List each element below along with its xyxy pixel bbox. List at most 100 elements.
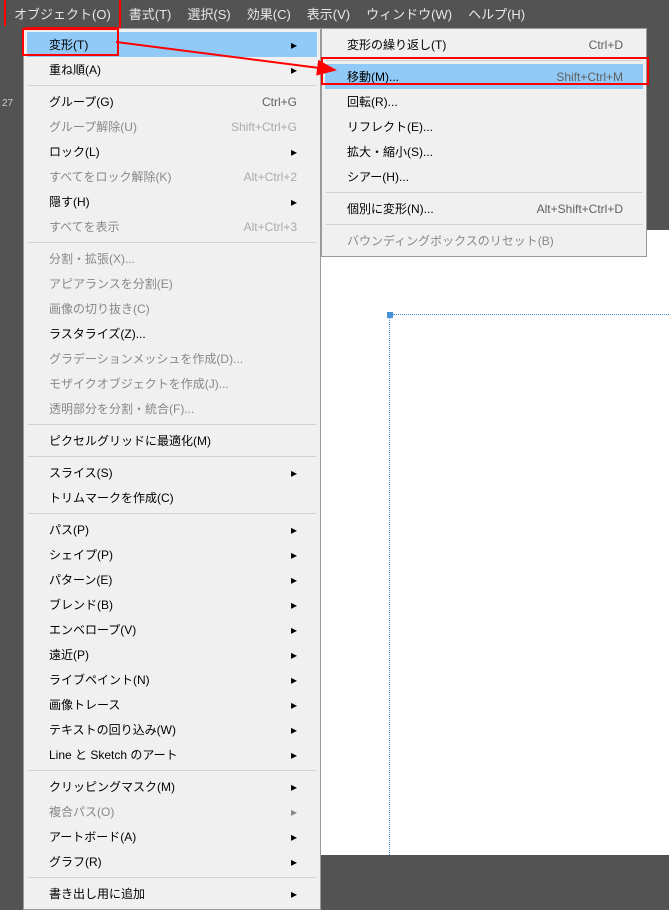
object-menu-label: ロック(L) xyxy=(49,143,281,160)
object-menu-label: モザイクオブジェクトを作成(J)... xyxy=(49,375,297,392)
object-menu-item-26[interactable]: ブレンド(B) ▸ xyxy=(27,592,317,617)
transform-submenu-label: 回転(R)... xyxy=(347,93,623,110)
transform-submenu: 変形の繰り返し(T)Ctrl+D 移動(M)...Shift+Ctrl+M 回転(R… xyxy=(321,28,647,257)
object-menu-label: 複合パス(O) xyxy=(49,803,281,820)
object-menu-item-20[interactable]: スライス(S) ▸ xyxy=(27,460,317,485)
object-menu-item-5[interactable]: ロック(L) ▸ xyxy=(27,139,317,164)
submenu-arrow-icon: ▸ xyxy=(289,855,297,869)
object-menu-label: 画像トレース xyxy=(49,696,281,713)
object-menu-item-13[interactable]: ラスタライズ(Z)... xyxy=(27,321,317,346)
object-menu-item-28[interactable]: 遠近(P)▸ xyxy=(27,642,317,667)
transform-submenu-item-6[interactable]: シアー(H)... xyxy=(325,164,643,189)
zoom-label: 27 xyxy=(0,26,25,181)
guide-horizontal xyxy=(393,314,669,315)
object-menu-item-36[interactable]: アートボード(A) ▸ xyxy=(27,824,317,849)
transform-submenu-divider xyxy=(326,192,642,193)
object-menu-label: アートボード(A) xyxy=(49,828,281,845)
object-menu-item-29[interactable]: ライブペイント(N)▸ xyxy=(27,667,317,692)
submenu-arrow-icon: ▸ xyxy=(289,195,297,209)
submenu-arrow-icon: ▸ xyxy=(289,523,297,537)
object-menu-label: ライブペイント(N) xyxy=(49,671,281,688)
object-menu-label: グラデーションメッシュを作成(D)... xyxy=(49,350,297,367)
object-menu-label: スライス(S) xyxy=(49,464,281,481)
object-menu-item-21[interactable]: トリムマークを作成(C) xyxy=(27,485,317,510)
object-menu-label: ラスタライズ(Z)... xyxy=(49,325,297,342)
submenu-arrow-icon: ▸ xyxy=(289,805,297,819)
submenu-arrow-icon: ▸ xyxy=(289,598,297,612)
object-menu-shortcut: Alt+Ctrl+3 xyxy=(244,220,297,234)
transform-submenu-divider xyxy=(326,224,642,225)
object-menu-item-23[interactable]: パス(P) ▸ xyxy=(27,517,317,542)
object-menu-item-25[interactable]: パターン(E) ▸ xyxy=(27,567,317,592)
transform-submenu-item-8[interactable]: 個別に変形(N)...Alt+Shift+Ctrl+D xyxy=(325,196,643,221)
submenu-arrow-icon: ▸ xyxy=(289,723,297,737)
object-menu-item-37[interactable]: グラフ(R)▸ xyxy=(27,849,317,874)
submenu-arrow-icon: ▸ xyxy=(289,466,297,480)
object-menu-label: ブレンド(B) xyxy=(49,596,281,613)
menubar-type[interactable]: 書式(T) xyxy=(121,0,180,27)
object-menu-divider xyxy=(28,85,316,86)
canvas[interactable] xyxy=(261,230,669,855)
object-menu-label: グループ(G) xyxy=(49,93,242,110)
transform-submenu-label: シアー(H)... xyxy=(347,168,623,185)
object-menu-item-18[interactable]: ピクセルグリッドに最適化(M) xyxy=(27,428,317,453)
object-menu-divider xyxy=(28,424,316,425)
anchor-point[interactable] xyxy=(387,312,393,318)
menubar-view[interactable]: 表示(V) xyxy=(299,0,358,27)
transform-submenu-item-10: バウンディングボックスのリセット(B) xyxy=(325,228,643,253)
object-menu-label: 変形(T) xyxy=(49,36,281,53)
transform-submenu-label: 移動(M)... xyxy=(347,68,536,85)
transform-submenu-item-2[interactable]: 移動(M)...Shift+Ctrl+M xyxy=(325,64,643,89)
object-menu-divider xyxy=(28,456,316,457)
menubar-select[interactable]: 選択(S) xyxy=(179,0,238,27)
object-menu-item-39[interactable]: 書き出し用に追加▸ xyxy=(27,881,317,906)
object-menu-label: トリムマークを作成(C) xyxy=(49,489,297,506)
object-menu-label: 透明部分を分割・統合(F)... xyxy=(49,400,297,417)
submenu-arrow-icon: ▸ xyxy=(289,145,297,159)
object-menu-item-3[interactable]: グループ(G)Ctrl+G xyxy=(27,89,317,114)
menubar: オブジェクト(O) 書式(T) 選択(S) 効果(C) 表示(V) ウィンドウ(… xyxy=(0,0,669,26)
submenu-arrow-icon: ▸ xyxy=(289,38,297,52)
object-menu-item-7[interactable]: 隠す(H)▸ xyxy=(27,189,317,214)
submenu-arrow-icon: ▸ xyxy=(289,698,297,712)
object-menu-item-35: 複合パス(O) ▸ xyxy=(27,799,317,824)
transform-submenu-item-3[interactable]: 回転(R)... xyxy=(325,89,643,114)
object-menu-label: パターン(E) xyxy=(49,571,281,588)
object-menu-label: 画像の切り抜き(C) xyxy=(49,300,297,317)
menubar-window[interactable]: ウィンドウ(W) xyxy=(358,0,460,27)
transform-submenu-label: 拡大・縮小(S)... xyxy=(347,143,623,160)
object-menu-item-30[interactable]: 画像トレース ▸ xyxy=(27,692,317,717)
submenu-arrow-icon: ▸ xyxy=(289,830,297,844)
object-menu-label: ピクセルグリッドに最適化(M) xyxy=(49,432,297,449)
submenu-arrow-icon: ▸ xyxy=(289,63,297,77)
object-menu-item-11: アピアランスを分割(E) xyxy=(27,271,317,296)
object-menu-item-34[interactable]: クリッピングマスク(M) ▸ xyxy=(27,774,317,799)
object-menu-label: アピアランスを分割(E) xyxy=(49,275,297,292)
object-menu-item-0[interactable]: 変形(T) ▸ xyxy=(27,32,317,57)
submenu-arrow-icon: ▸ xyxy=(289,623,297,637)
object-menu-shortcut: Shift+Ctrl+G xyxy=(231,120,297,134)
object-menu-item-10: 分割・拡張(X)... xyxy=(27,246,317,271)
submenu-arrow-icon: ▸ xyxy=(289,573,297,587)
transform-submenu-item-0[interactable]: 変形の繰り返し(T)Ctrl+D xyxy=(325,32,643,57)
object-menu-item-14: グラデーションメッシュを作成(D)... xyxy=(27,346,317,371)
transform-submenu-item-4[interactable]: リフレクト(E)... xyxy=(325,114,643,139)
left-toolbar: 27 xyxy=(0,26,25,855)
object-menu-item-1[interactable]: 重ね順(A)▸ xyxy=(27,57,317,82)
menubar-object[interactable]: オブジェクト(O) xyxy=(4,0,121,29)
object-menu-label: パス(P) xyxy=(49,521,281,538)
object-menu-label: すべてをロック解除(K) xyxy=(49,168,224,185)
object-menu-item-31[interactable]: テキストの回り込み(W) ▸ xyxy=(27,717,317,742)
menubar-effect[interactable]: 効果(C) xyxy=(239,0,299,27)
object-menu-item-32[interactable]: Line と Sketch のアート▸ xyxy=(27,742,317,767)
object-menu-item-16: 透明部分を分割・統合(F)... xyxy=(27,396,317,421)
object-menu-label: クリッピングマスク(M) xyxy=(49,778,281,795)
object-menu-label: 遠近(P) xyxy=(49,646,281,663)
object-menu-item-27[interactable]: エンベロープ(V)▸ xyxy=(27,617,317,642)
object-menu-item-24[interactable]: シェイプ(P)▸ xyxy=(27,542,317,567)
transform-submenu-item-5[interactable]: 拡大・縮小(S)... xyxy=(325,139,643,164)
submenu-arrow-icon: ▸ xyxy=(289,780,297,794)
object-menu-label: テキストの回り込み(W) xyxy=(49,721,281,738)
menubar-help[interactable]: ヘルプ(H) xyxy=(460,0,533,27)
submenu-arrow-icon: ▸ xyxy=(289,887,297,901)
